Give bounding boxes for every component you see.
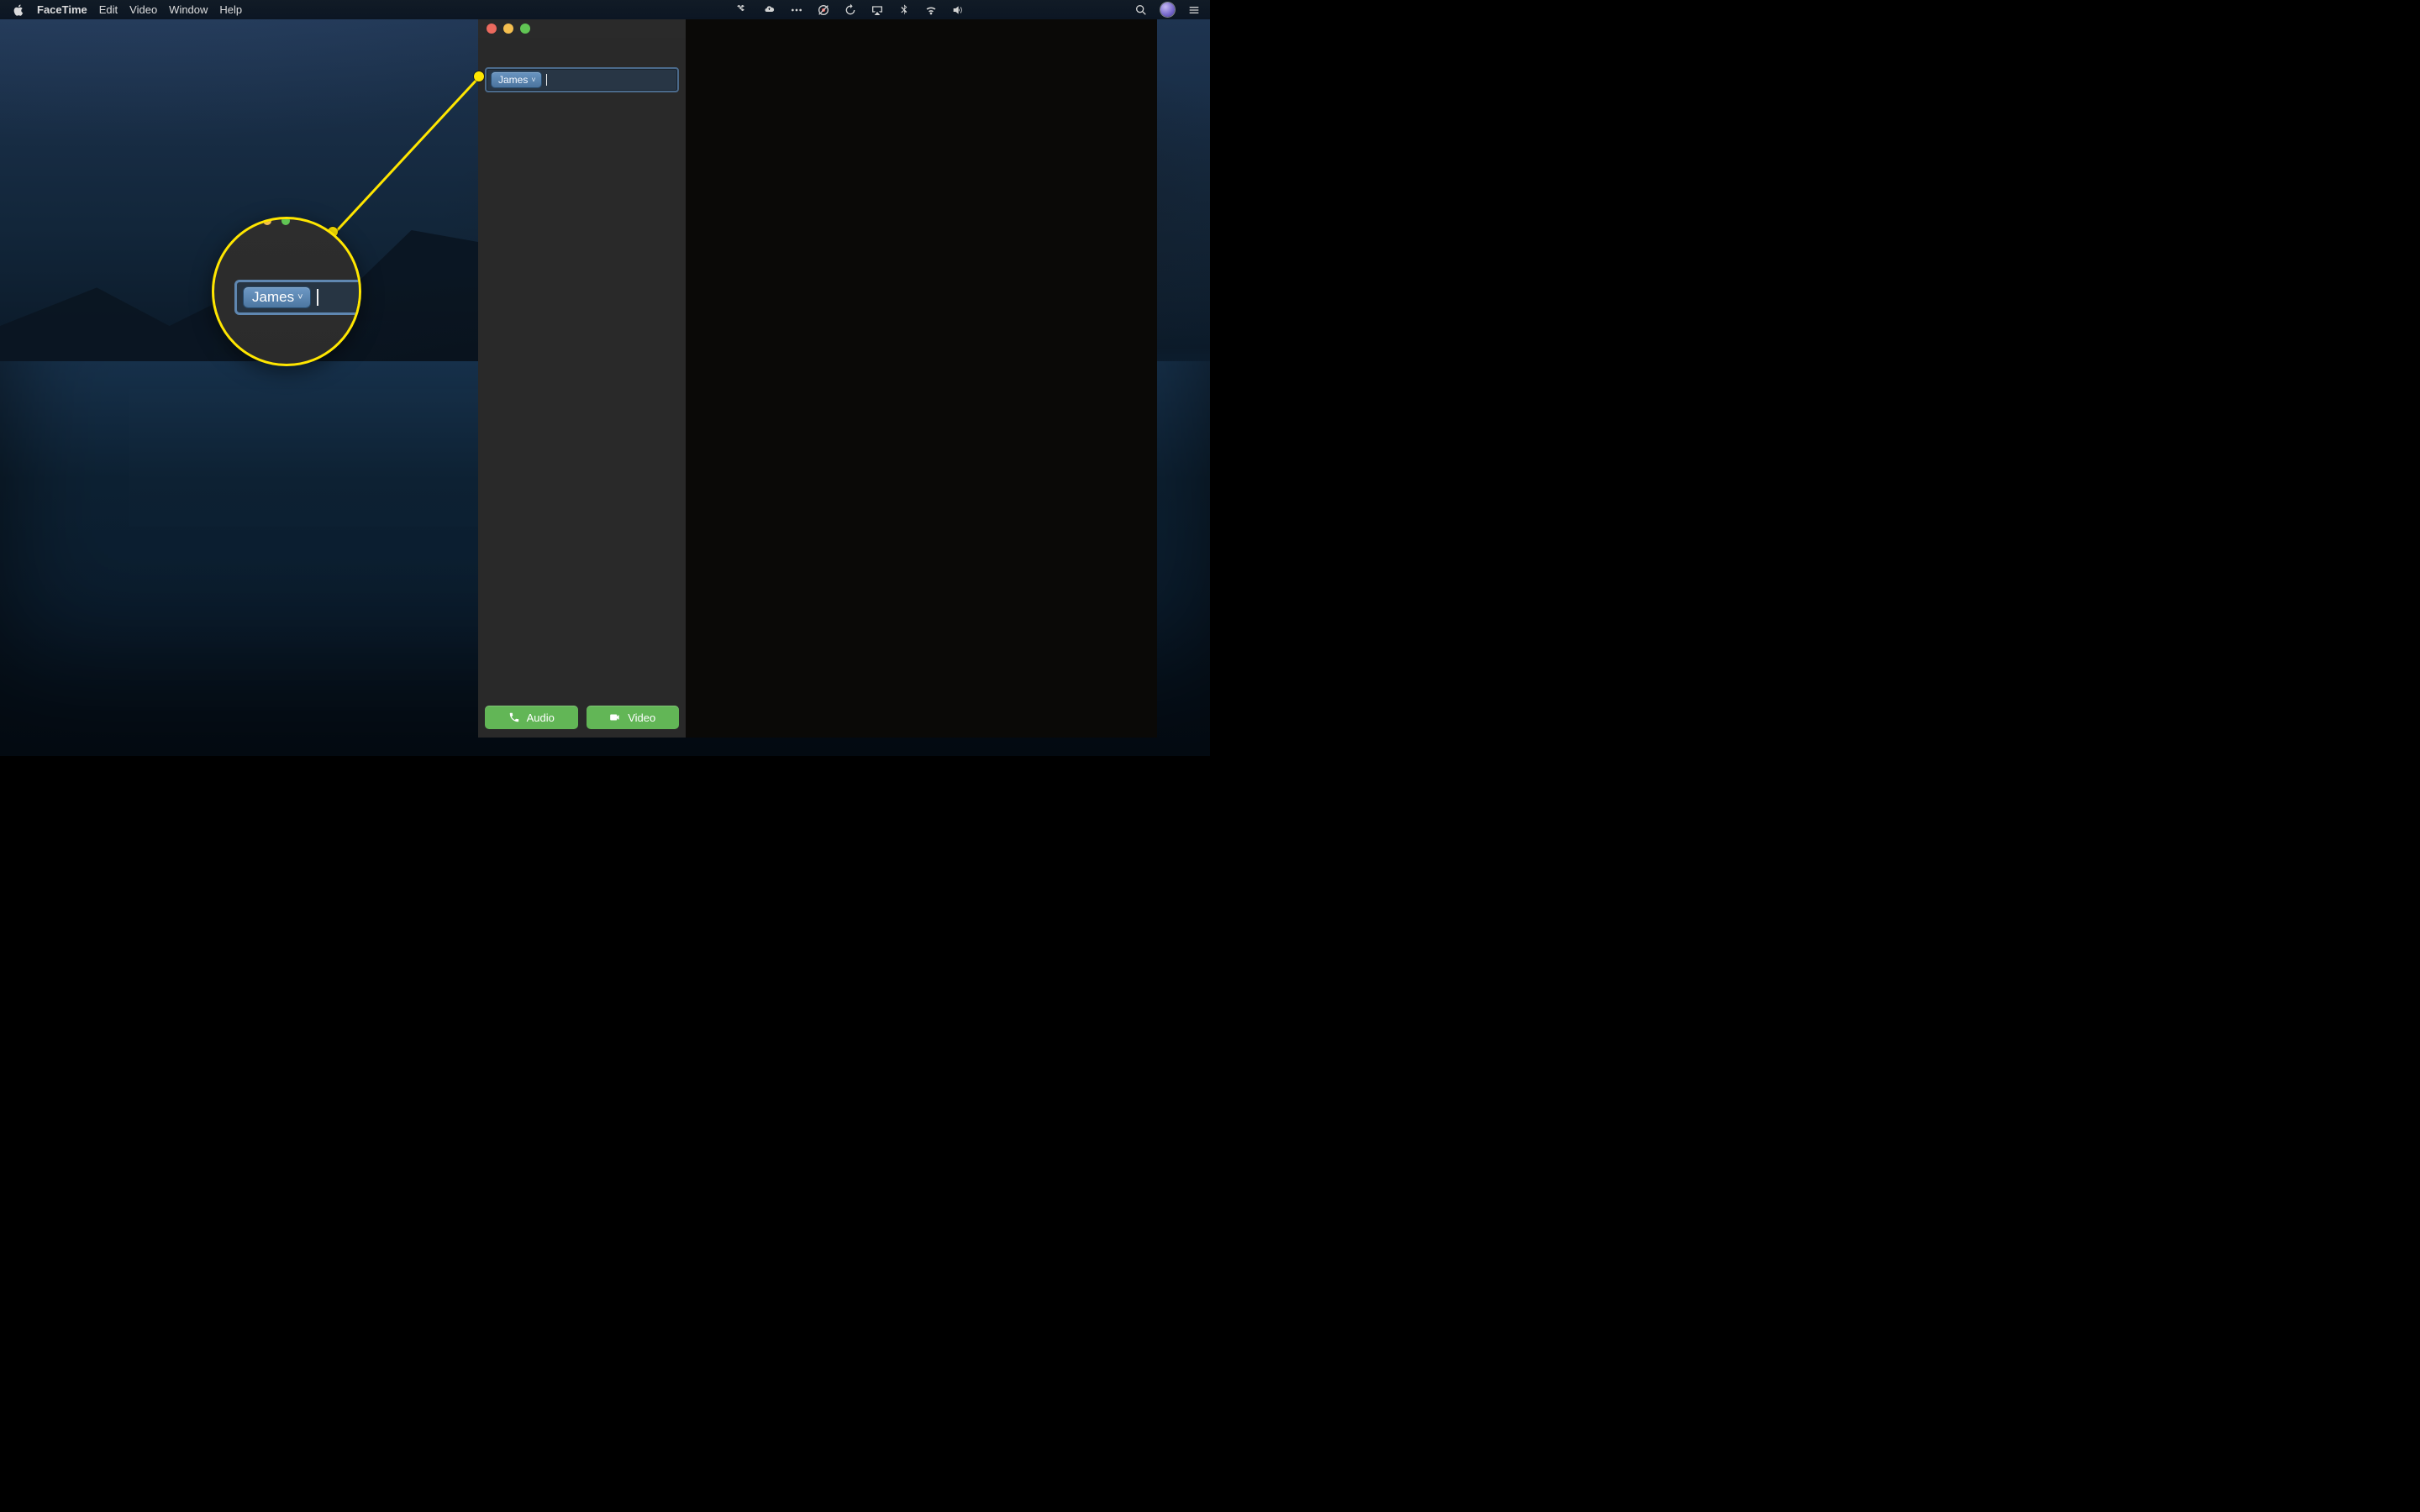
video-icon: [609, 711, 621, 723]
video-call-button[interactable]: Video: [587, 706, 680, 729]
screen-record-off-icon[interactable]: [816, 0, 831, 19]
bluetooth-icon[interactable]: [897, 0, 912, 19]
menu-help[interactable]: Help: [219, 0, 242, 19]
zoom-to-field: James ˅: [234, 280, 361, 315]
window-close-button[interactable]: [487, 24, 497, 34]
callout-anchor-dot: [474, 71, 484, 81]
zoom-window-zoom-button: [281, 217, 290, 225]
audio-call-label: Audio: [527, 711, 555, 724]
audio-call-button[interactable]: Audio: [485, 706, 578, 729]
window-minimize-button[interactable]: [503, 24, 513, 34]
apple-icon: [12, 3, 25, 17]
contact-name: James: [498, 73, 528, 87]
menu-edit[interactable]: Edit: [99, 0, 118, 19]
app-menu-facetime[interactable]: FaceTime: [37, 0, 87, 19]
video-call-label: Video: [628, 711, 655, 724]
zoom-chevron-down-icon: ˅: [297, 292, 302, 302]
zoom-contact-pill: James ˅: [244, 287, 310, 307]
menu-window[interactable]: Window: [169, 0, 208, 19]
window-zoom-button[interactable]: [520, 24, 530, 34]
facetime-sidebar: James ˅ Audio Video: [478, 19, 686, 738]
time-machine-icon[interactable]: [843, 0, 858, 19]
airplay-icon[interactable]: [870, 0, 885, 19]
dropbox-icon[interactable]: [735, 0, 750, 19]
chevron-down-icon[interactable]: ˅: [531, 73, 535, 87]
text-caret: [546, 74, 547, 86]
menu-video[interactable]: Video: [129, 0, 157, 19]
window-titlebar[interactable]: [478, 19, 686, 38]
notification-center-icon[interactable]: [1186, 0, 1202, 19]
siri-icon[interactable]: [1160, 0, 1175, 19]
date-placeholder: [1081, 3, 1122, 17]
more-menu-icon[interactable]: [789, 0, 804, 19]
zoom-contact-name: James: [252, 289, 294, 306]
clock-placeholder: [1029, 3, 1070, 17]
facetime-window: James ˅ Audio Video: [478, 19, 1157, 738]
zoom-text-caret: [317, 289, 318, 306]
avatar: [1160, 3, 1175, 17]
phone-icon: [508, 711, 520, 723]
battery-placeholder: [977, 3, 1018, 17]
menubar: FaceTime Edit Video Window Help: [0, 0, 1210, 19]
to-field[interactable]: James ˅: [485, 67, 679, 92]
wifi-icon[interactable]: [923, 0, 939, 19]
callout-zoom-circle: James ˅: [212, 217, 361, 366]
facetime-camera-preview: [686, 19, 1157, 738]
spotlight-search-icon[interactable]: [1134, 0, 1149, 19]
apple-menu[interactable]: [12, 0, 25, 19]
cloud-upload-icon[interactable]: [762, 0, 777, 19]
contact-pill[interactable]: James ˅: [492, 72, 541, 87]
volume-icon[interactable]: [950, 0, 965, 19]
